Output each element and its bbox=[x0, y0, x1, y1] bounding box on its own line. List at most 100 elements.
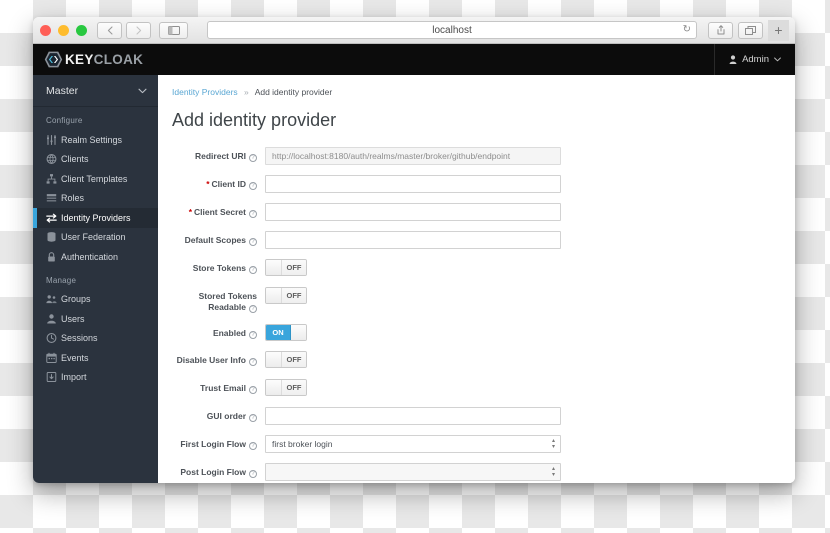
exchange-icon bbox=[46, 212, 57, 223]
sidebar-item-label: Clients bbox=[61, 154, 89, 165]
sidebar-item-events[interactable]: Events bbox=[33, 348, 158, 368]
sidebar-item-label: Roles bbox=[61, 193, 85, 204]
browser-nav-buttons bbox=[97, 21, 151, 39]
help-icon[interactable]: ? bbox=[249, 154, 257, 162]
sidebar-item-client-templates[interactable]: Client Templates bbox=[33, 169, 158, 189]
users-icon bbox=[46, 294, 57, 305]
sidebar-item-roles[interactable]: Roles bbox=[33, 189, 158, 209]
sidebar-item-authentication[interactable]: Authentication bbox=[33, 247, 158, 267]
breadcrumb: Identity Providers » Add identity provid… bbox=[172, 87, 795, 97]
toggle-state-label: OFF bbox=[281, 351, 306, 367]
form-row-stored-tokens-readable: Stored Tokens Readable? OFF bbox=[172, 287, 795, 314]
stored-tokens-readable-toggle[interactable]: OFF bbox=[265, 287, 307, 304]
enabled-toggle[interactable]: ON bbox=[265, 323, 307, 341]
window-traffic-lights bbox=[40, 24, 87, 36]
browser-window: localhost ↻ + KEYCLOAK Admin Master Conf… bbox=[33, 17, 795, 483]
post-login-flow-select[interactable]: ▴ ▾ bbox=[265, 462, 561, 481]
new-tab-button[interactable]: + bbox=[768, 19, 789, 41]
forward-button[interactable] bbox=[126, 21, 151, 39]
label-redirect-uri: Redirect URI? bbox=[172, 147, 265, 162]
sidebar-item-import[interactable]: Import bbox=[33, 368, 158, 388]
reload-icon[interactable]: ↻ bbox=[683, 25, 691, 35]
label-trust-email: Trust Email? bbox=[172, 379, 265, 394]
label-text: Post Login Flow bbox=[180, 466, 246, 477]
label-text: Store Tokens bbox=[192, 263, 246, 273]
sidebar-item-clients[interactable]: Clients bbox=[33, 150, 158, 170]
first-login-flow-value: first broker login bbox=[272, 438, 333, 449]
label-client-secret: * Client Secret? bbox=[172, 203, 265, 218]
first-login-flow-select[interactable]: first broker login ▴ ▾ bbox=[265, 434, 561, 453]
app-topbar: KEYCLOAK Admin bbox=[33, 44, 795, 75]
label-text: Default Scopes bbox=[184, 235, 246, 245]
sidebar-item-identity-providers[interactable]: Identity Providers bbox=[33, 208, 158, 228]
form-row-default-scopes: Default Scopes? bbox=[172, 231, 795, 249]
user-menu[interactable]: Admin bbox=[714, 44, 795, 75]
globe-icon bbox=[46, 154, 57, 165]
sidebar-item-label: User Federation bbox=[61, 232, 126, 243]
sidebar-group-label-manage: Manage bbox=[46, 275, 77, 285]
close-window-button[interactable] bbox=[40, 24, 51, 36]
label-disable-user-info: Disable User Info? bbox=[172, 351, 265, 366]
toggle-knob bbox=[266, 288, 281, 303]
help-icon[interactable]: ? bbox=[249, 385, 257, 394]
minimize-window-button[interactable] bbox=[58, 24, 69, 36]
toggle-state-label: OFF bbox=[281, 379, 306, 395]
disable-user-info-toggle[interactable]: OFF bbox=[265, 350, 307, 368]
label-text: Enabled bbox=[212, 327, 246, 338]
chevron-down-icon bbox=[138, 88, 147, 93]
help-icon[interactable]: ? bbox=[249, 305, 257, 314]
realm-selector[interactable]: Master bbox=[33, 75, 158, 107]
default-scopes-input[interactable] bbox=[265, 231, 561, 249]
toggle-knob bbox=[266, 260, 281, 275]
keycloak-logo[interactable]: KEYCLOAK bbox=[44, 50, 143, 69]
page-title: Add identity provider bbox=[172, 110, 337, 130]
help-icon[interactable]: ? bbox=[249, 238, 257, 246]
help-icon[interactable]: ? bbox=[249, 182, 257, 190]
app-body: Master Configure Realm Settings Clients … bbox=[33, 75, 795, 483]
sidebar-item-sessions[interactable]: Sessions bbox=[33, 329, 158, 349]
sidebar-item-label: Identity Providers bbox=[61, 212, 131, 223]
show-tabs-icon[interactable] bbox=[738, 21, 763, 39]
help-icon[interactable]: ? bbox=[249, 469, 257, 478]
label-text: Client Secret bbox=[194, 207, 246, 217]
database-icon bbox=[46, 232, 57, 243]
store-tokens-toggle[interactable]: OFF bbox=[265, 259, 307, 276]
help-icon[interactable]: ? bbox=[249, 210, 257, 218]
help-icon[interactable]: ? bbox=[249, 357, 257, 366]
sidebar-item-label: Client Templates bbox=[61, 173, 128, 184]
form-row-client-secret: * Client Secret? bbox=[172, 203, 795, 221]
sidebar-item-realm-settings[interactable]: Realm Settings bbox=[33, 130, 158, 150]
help-icon[interactable]: ? bbox=[249, 441, 257, 450]
breadcrumb-link-identity-providers[interactable]: Identity Providers bbox=[172, 87, 238, 97]
help-icon[interactable]: ? bbox=[249, 266, 257, 274]
chevron-down-icon bbox=[774, 57, 781, 62]
clock-icon bbox=[46, 333, 57, 344]
sidebar-item-label: Sessions bbox=[61, 333, 98, 344]
breadcrumb-separator: » bbox=[244, 87, 249, 97]
sidebar: Master Configure Realm Settings Clients … bbox=[33, 75, 158, 483]
realm-name: Master bbox=[46, 84, 79, 97]
share-icon[interactable] bbox=[708, 21, 733, 39]
sidebar-item-user-federation[interactable]: User Federation bbox=[33, 228, 158, 248]
back-button[interactable] bbox=[97, 21, 122, 39]
sidebar-item-groups[interactable]: Groups bbox=[33, 290, 158, 310]
label-first-login-flow: First Login Flow? bbox=[172, 435, 265, 450]
trust-email-toggle[interactable]: OFF bbox=[265, 378, 307, 396]
client-id-input[interactable] bbox=[265, 175, 561, 193]
help-icon[interactable]: ? bbox=[249, 413, 257, 422]
gui-order-input[interactable] bbox=[265, 406, 561, 425]
maximize-window-button[interactable] bbox=[76, 24, 87, 36]
redirect-uri-input[interactable] bbox=[265, 147, 561, 165]
sitemap-icon bbox=[46, 173, 57, 184]
sidebar-item-label: Realm Settings bbox=[61, 134, 123, 145]
sidebar-group-label-configure: Configure bbox=[46, 116, 83, 125]
lock-icon bbox=[46, 251, 57, 262]
help-icon[interactable]: ? bbox=[249, 330, 257, 339]
form-row-client-id: * Client ID? bbox=[172, 175, 795, 193]
label-text: First Login Flow bbox=[180, 438, 246, 449]
sidebar-toggle-icon[interactable] bbox=[159, 21, 188, 39]
client-secret-input[interactable] bbox=[265, 203, 561, 221]
address-bar[interactable]: localhost ↻ bbox=[207, 21, 697, 39]
sidebar-item-users[interactable]: Users bbox=[33, 309, 158, 329]
keycloak-app: KEYCLOAK Admin Master Configure Realm Se… bbox=[33, 44, 795, 483]
